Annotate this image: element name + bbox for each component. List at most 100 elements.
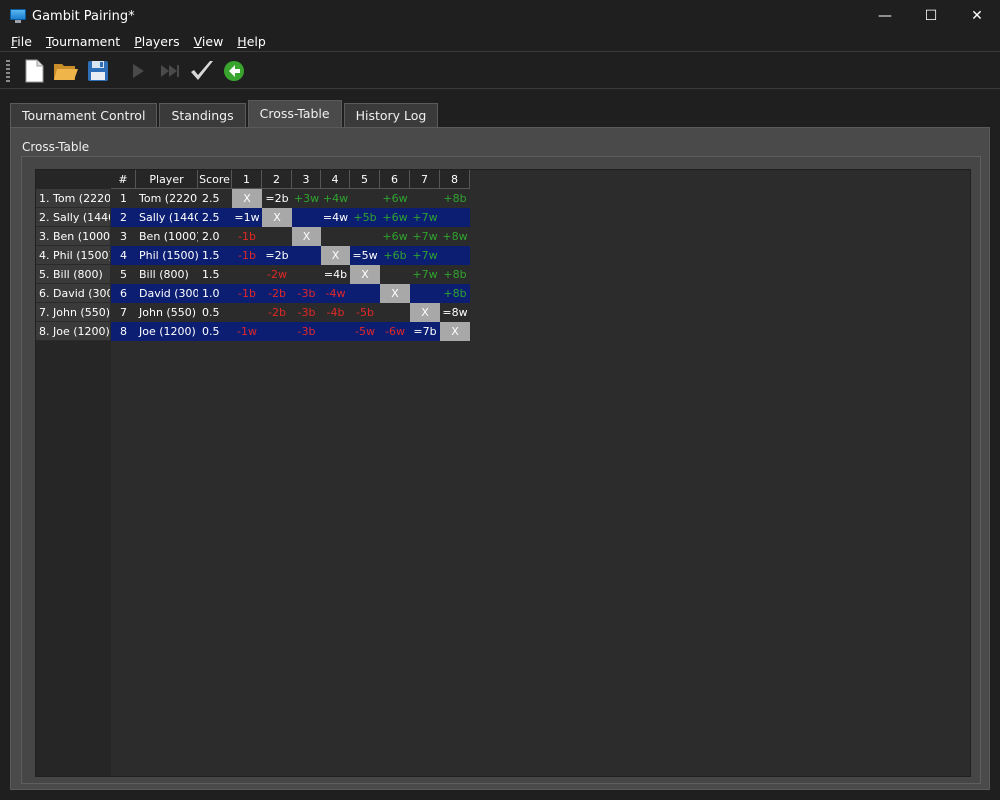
result-cell: -5b — [350, 303, 380, 322]
maximize-button[interactable]: ☐ — [908, 0, 954, 32]
column-header[interactable]: 6 — [380, 170, 410, 189]
result-cell — [380, 303, 410, 322]
tab-standings[interactable]: Standings — [159, 103, 246, 127]
check-icon — [191, 60, 213, 80]
column-header[interactable]: 7 — [410, 170, 440, 189]
result-cell: =2b — [262, 246, 292, 265]
result-cell — [292, 246, 321, 265]
result-cell — [440, 246, 470, 265]
player-name-cell: Tom (2220) — [136, 189, 198, 208]
result-cell: +8b — [440, 284, 470, 303]
row-header[interactable]: 5. Bill (800) — [36, 265, 111, 284]
column-header[interactable]: 2 — [262, 170, 292, 189]
result-cell: =8w — [440, 303, 470, 322]
result-cell: +7w — [410, 227, 440, 246]
result-cell: -4w — [321, 284, 350, 303]
result-cell: =5w — [350, 246, 380, 265]
result-cell: +7w — [410, 208, 440, 227]
tab-tournament-control[interactable]: Tournament Control — [10, 103, 158, 127]
score-cell: 2.5 — [198, 208, 232, 227]
menu-tournament[interactable]: Tournament — [39, 32, 127, 52]
row-header[interactable]: 2. Sally (1440) — [36, 208, 111, 227]
menu-bar: File Tournament Players View Help — [0, 32, 1000, 52]
cross-table-view[interactable]: # Player Score 1 2 3 4 5 6 7 8 1. Tom (2220) 2. Sall… — [35, 169, 971, 777]
column-header[interactable]: # — [111, 170, 136, 189]
result-cell: X — [410, 303, 440, 322]
menu-help[interactable]: Help — [230, 32, 273, 52]
play-icon — [133, 63, 144, 78]
player-name-cell: Bill (800) — [136, 265, 198, 284]
result-cell: -1b — [232, 227, 262, 246]
result-cell: X — [380, 284, 410, 303]
result-cell: X — [262, 208, 292, 227]
column-header[interactable]: 4 — [321, 170, 350, 189]
column-header[interactable]: 3 — [292, 170, 321, 189]
table-corner-button[interactable] — [36, 170, 111, 189]
result-cell — [350, 284, 380, 303]
result-cell: +7w — [410, 265, 440, 284]
score-cell: 2.0 — [198, 227, 232, 246]
save-tournament-button[interactable] — [82, 55, 114, 87]
result-cell: X — [440, 322, 470, 341]
toolbar — [0, 53, 1000, 89]
row-header[interactable]: 6. David (300) — [36, 284, 111, 303]
result-cell: X — [292, 227, 321, 246]
result-cell: -6w — [380, 322, 410, 341]
result-cell: -3b — [292, 284, 321, 303]
result-cell: =7b — [410, 322, 440, 341]
result-cell: +5b — [350, 208, 380, 227]
new-tournament-button[interactable] — [18, 55, 50, 87]
record-results-button[interactable] — [186, 55, 218, 87]
start-round-button[interactable] — [122, 55, 154, 87]
player-number-cell: 2 — [111, 208, 136, 227]
tab-bar: Tournament Control Standings Cross-Table Hi… — [10, 100, 440, 127]
result-cell: +6w — [380, 227, 410, 246]
column-header[interactable]: Player — [136, 170, 198, 189]
open-tournament-button[interactable] — [50, 55, 82, 87]
skip-round-button[interactable] — [154, 55, 186, 87]
title-bar: Gambit Pairing* — ☐ ✕ — [0, 0, 1000, 32]
player-name-cell: Phil (1500) — [136, 246, 198, 265]
result-cell: =1w — [232, 208, 262, 227]
result-cell: +6w — [380, 189, 410, 208]
minimize-icon: — — [878, 8, 892, 24]
player-number-cell: 1 — [111, 189, 136, 208]
result-cell: +6b — [380, 246, 410, 265]
menu-file[interactable]: File — [4, 32, 39, 52]
result-cell — [440, 208, 470, 227]
player-number-cell: 5 — [111, 265, 136, 284]
column-header[interactable]: 1 — [232, 170, 262, 189]
toolbar-grip[interactable] — [6, 59, 10, 82]
result-cell: -5w — [350, 322, 380, 341]
row-header[interactable]: 7. John (550) — [36, 303, 111, 322]
result-cell: -2w — [262, 265, 292, 284]
score-cell: 1.0 — [198, 284, 232, 303]
row-header[interactable]: 3. Ben (1000) — [36, 227, 111, 246]
column-header[interactable]: 5 — [350, 170, 380, 189]
result-cell — [410, 189, 440, 208]
close-button[interactable]: ✕ — [954, 0, 1000, 32]
row-header[interactable]: 1. Tom (2220) — [36, 189, 111, 208]
row-header[interactable]: 8. Joe (1200) — [36, 322, 111, 341]
menu-players[interactable]: Players — [127, 32, 186, 52]
player-number-cell: 8 — [111, 322, 136, 341]
result-cell — [232, 303, 262, 322]
player-number-cell: 7 — [111, 303, 136, 322]
result-cell: +4w — [321, 189, 350, 208]
menu-view[interactable]: View — [187, 32, 231, 52]
row-header[interactable]: 4. Phil (1500) — [36, 246, 111, 265]
result-cell: X — [350, 265, 380, 284]
result-cell: =4b — [321, 265, 350, 284]
player-number-cell: 4 — [111, 246, 136, 265]
tab-cross-table[interactable]: Cross-Table — [247, 100, 342, 127]
column-header[interactable]: 8 — [440, 170, 470, 189]
fast-forward-icon — [161, 64, 179, 77]
undo-button[interactable] — [218, 55, 250, 87]
cross-table-panel: Cross-Table # Player Score 1 2 3 4 5 6 7 8 1. Tom (… — [10, 127, 990, 790]
group-title: Cross-Table — [22, 140, 90, 154]
tab-history-log[interactable]: History Log — [343, 103, 439, 127]
column-header[interactable]: Score — [198, 170, 232, 189]
minimize-button[interactable]: — — [862, 0, 908, 32]
result-cell — [321, 227, 350, 246]
result-cell: -2b — [262, 284, 292, 303]
